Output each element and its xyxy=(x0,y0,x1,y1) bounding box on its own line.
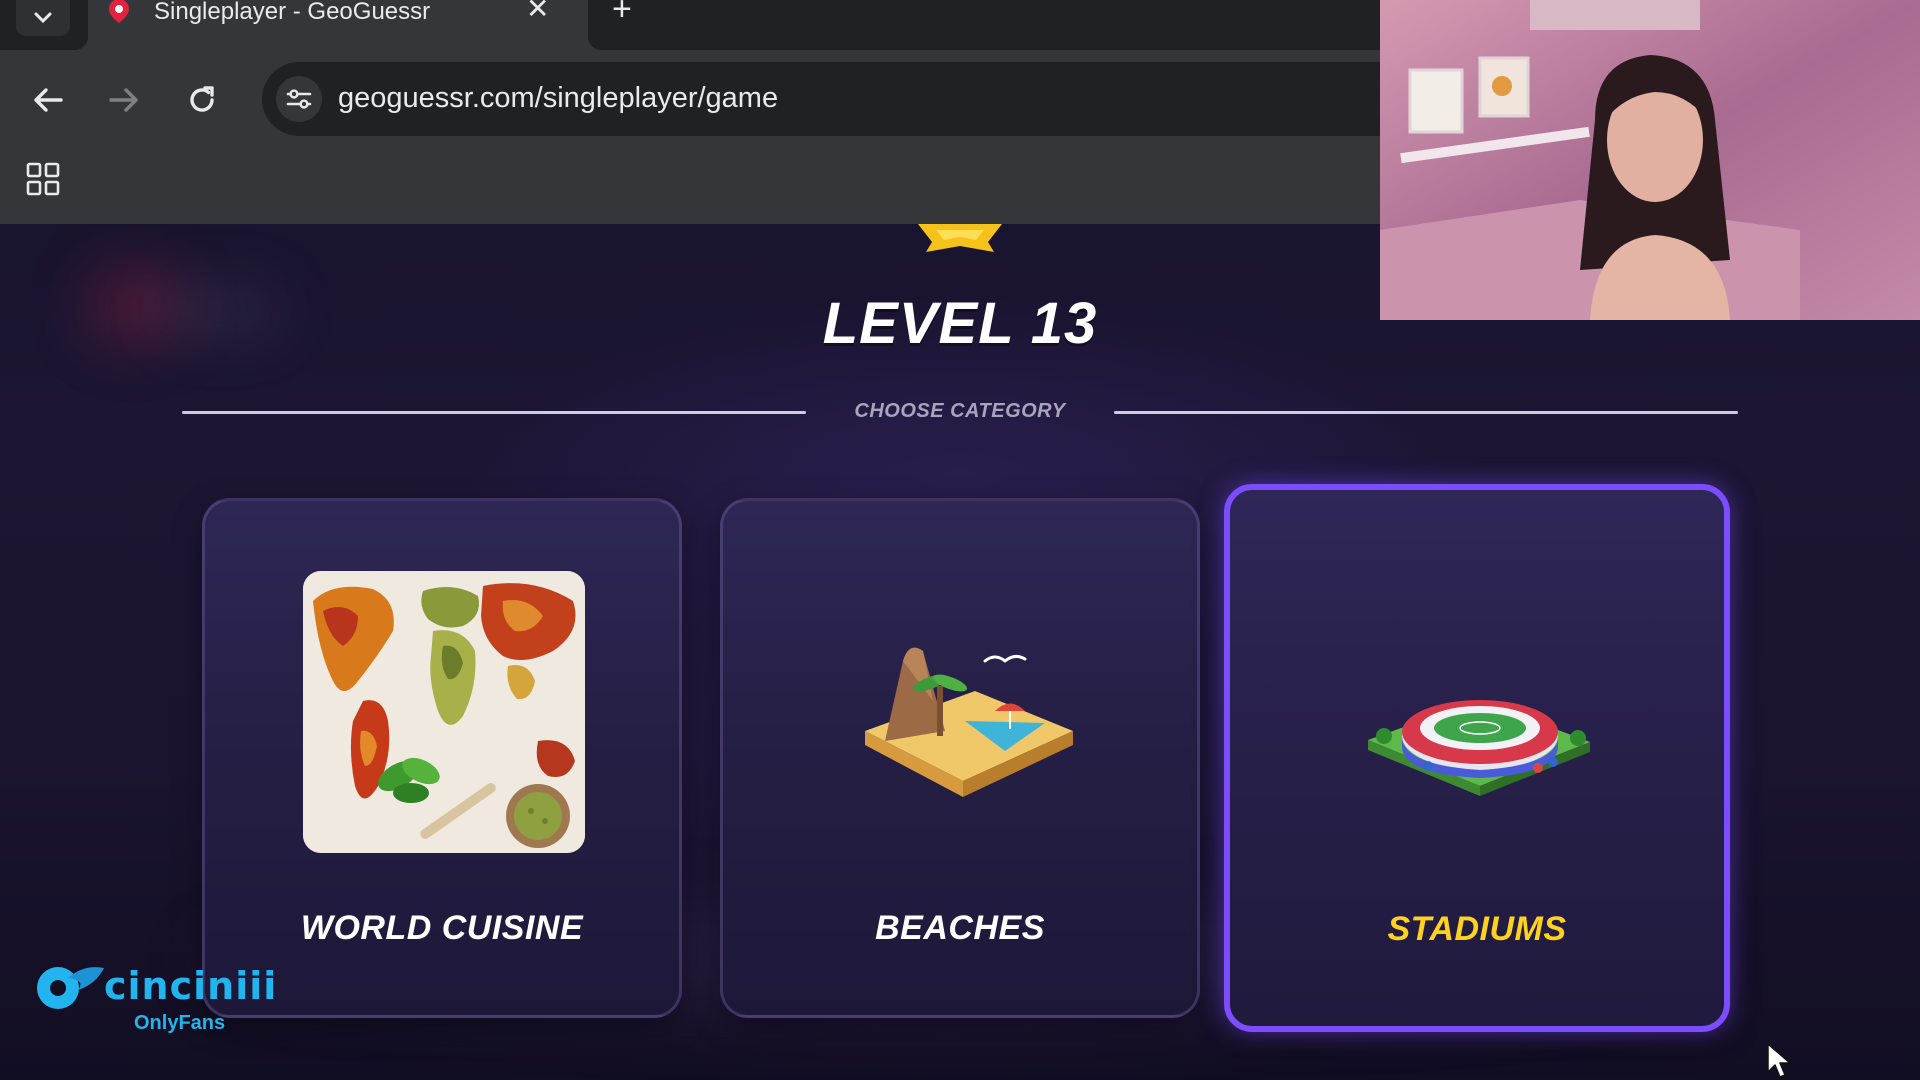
reload-button[interactable] xyxy=(180,78,224,122)
beach-island-icon xyxy=(865,647,1073,797)
site-settings-icon[interactable] xyxy=(276,76,322,122)
category-card-beaches[interactable]: BEACHES xyxy=(720,498,1200,1018)
watermark-subtitle: OnlyFans xyxy=(134,1012,226,1034)
watermark-name: cinciniii xyxy=(104,964,278,1008)
apps-grid-icon[interactable] xyxy=(26,162,60,196)
url-text[interactable]: geoguessr.com/singleplayer/game xyxy=(338,82,778,115)
arrow-right-icon xyxy=(109,88,138,112)
choose-category-label: CHOOSE CATEGORY xyxy=(854,400,1066,422)
tab-strip: Singleplayer - GeoGuessr ✕ + xyxy=(0,0,1380,50)
category-label: WORLD CUISINE xyxy=(300,909,584,947)
reload-icon xyxy=(190,86,214,112)
divider-right xyxy=(1114,411,1738,414)
onlyfans-logo-icon xyxy=(37,967,104,1009)
stadium-icon xyxy=(1368,700,1590,796)
screen: Singleplayer - GeoGuessr ✕ + geoguessr.c… xyxy=(0,0,1920,1080)
webcam-overlay xyxy=(1380,0,1920,320)
chevron-down-icon xyxy=(34,12,52,24)
geoguessr-favicon-icon xyxy=(109,0,129,23)
tab-title: Singleplayer - GeoGuessr xyxy=(154,0,431,25)
world-cuisine-image xyxy=(303,571,585,853)
divider-left xyxy=(182,411,806,414)
tab-close-icon[interactable]: ✕ xyxy=(526,0,549,24)
tab-geoguessr[interactable]: Singleplayer - GeoGuessr ✕ xyxy=(74,0,602,50)
back-button[interactable] xyxy=(26,78,70,122)
mouse-cursor-icon xyxy=(1767,1043,1791,1078)
new-tab-button[interactable]: + xyxy=(612,0,632,26)
forward-button[interactable] xyxy=(102,78,146,122)
category-label: STADIUMS xyxy=(1387,910,1567,948)
category-card-stadiums[interactable]: STADIUMS xyxy=(1224,484,1730,1032)
level-title: LEVEL 13 xyxy=(822,291,1098,356)
arrow-left-icon xyxy=(34,88,63,112)
category-label: BEACHES xyxy=(875,909,1045,947)
address-bar[interactable]: geoguessr.com/singleplayer/game xyxy=(262,62,1422,136)
tab-search-button[interactable] xyxy=(16,0,70,36)
level-star-icon xyxy=(918,224,1002,252)
browser-chrome: Singleplayer - GeoGuessr ✕ + geoguessr.c… xyxy=(0,0,1422,224)
webcam-feed-image xyxy=(1380,0,1920,320)
streamer-watermark: cinciniii OnlyFans xyxy=(34,956,294,1036)
category-card-world-cuisine[interactable]: WORLD CUISINE xyxy=(202,498,682,1018)
